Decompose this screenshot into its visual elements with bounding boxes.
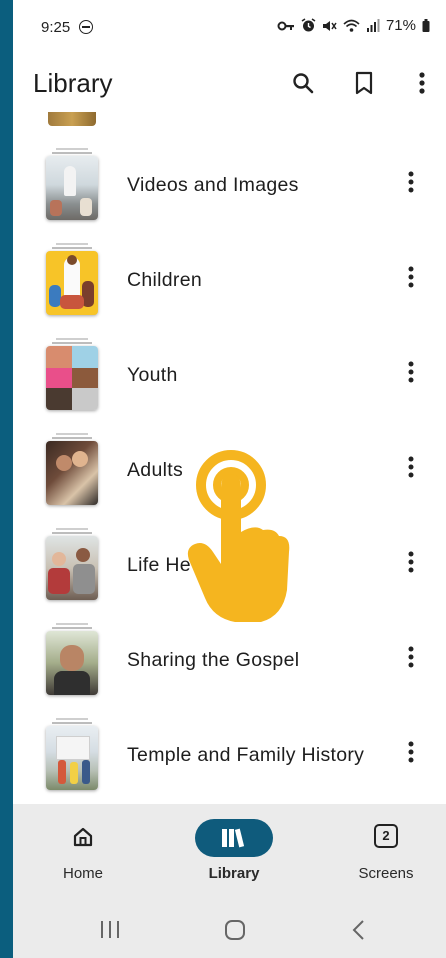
bookmark-icon[interactable] — [349, 68, 379, 98]
list-item-label: Videos and Images — [127, 174, 299, 196]
bottom-navigation: Home Library 2 Screens — [13, 804, 446, 900]
list-item-label: Sharing the Gospel — [127, 649, 300, 671]
alarm-icon — [301, 18, 316, 32]
thumbnail — [46, 528, 98, 600]
nav-screens-label: Screens — [358, 865, 414, 882]
list-item-label: Youth — [127, 364, 178, 386]
nav-screens[interactable]: 2 Screens — [326, 804, 446, 900]
thumbnail — [46, 243, 98, 315]
status-icons: 71% — [277, 17, 430, 34]
list-item-label: Children — [127, 269, 203, 291]
nav-home-label: Home — [62, 865, 103, 882]
more-vert-icon[interactable] — [403, 352, 419, 392]
list-item-label: Temple and Family History — [127, 744, 365, 766]
nav-library-label: Library — [208, 865, 260, 882]
list-item-label: Life He — [127, 554, 191, 576]
phone-screen: 9:25 71% Library Videos and Images Child… — [13, 0, 446, 958]
vpn-key-icon — [277, 21, 294, 30]
active-indicator — [195, 819, 273, 857]
thumbnail — [46, 718, 98, 790]
more-vert-icon[interactable] — [407, 68, 437, 98]
more-vert-icon[interactable] — [403, 447, 419, 487]
back-icon[interactable] — [351, 918, 367, 942]
system-navigation-bar — [13, 900, 446, 958]
more-vert-icon[interactable] — [403, 732, 419, 772]
library-books-icon — [222, 828, 245, 848]
thumbnail — [46, 433, 98, 505]
screens-icon: 2 — [374, 824, 398, 848]
more-vert-icon[interactable] — [403, 162, 419, 202]
screens-count: 2 — [382, 828, 390, 843]
wifi-icon — [343, 19, 360, 32]
signal-icon — [366, 19, 380, 32]
list-item-youth[interactable]: Youth — [13, 328, 446, 423]
nav-home[interactable]: Home — [23, 804, 143, 900]
page-title: Library — [33, 68, 113, 98]
search-icon[interactable] — [288, 68, 318, 98]
home-icon — [73, 827, 93, 847]
list-item-videos-images[interactable]: Videos and Images — [13, 138, 446, 233]
thumbnail — [46, 148, 98, 220]
recent-apps-icon[interactable] — [99, 918, 121, 942]
more-vert-icon[interactable] — [403, 637, 419, 677]
status-bar: 9:25 71% — [13, 0, 446, 56]
home-button-icon[interactable] — [223, 918, 247, 942]
mute-icon — [322, 20, 337, 31]
thumbnail — [46, 338, 98, 410]
thumbnail — [46, 623, 98, 695]
status-time: 9:25 — [41, 19, 71, 36]
dnd-icon — [79, 20, 93, 34]
battery-icon — [422, 19, 430, 32]
partial-thumbnail — [48, 112, 96, 126]
list-item-temple-family-history[interactable]: Temple and Family History — [13, 708, 446, 803]
battery-percent: 71% — [385, 17, 416, 34]
list-item-children[interactable]: Children — [13, 233, 446, 328]
tap-pointer-icon — [187, 450, 290, 622]
app-bar: Library — [13, 56, 446, 112]
more-vert-icon[interactable] — [403, 257, 419, 297]
list-item-label: Adults — [127, 459, 183, 481]
more-vert-icon[interactable] — [403, 542, 419, 582]
nav-library[interactable]: Library — [174, 804, 294, 900]
